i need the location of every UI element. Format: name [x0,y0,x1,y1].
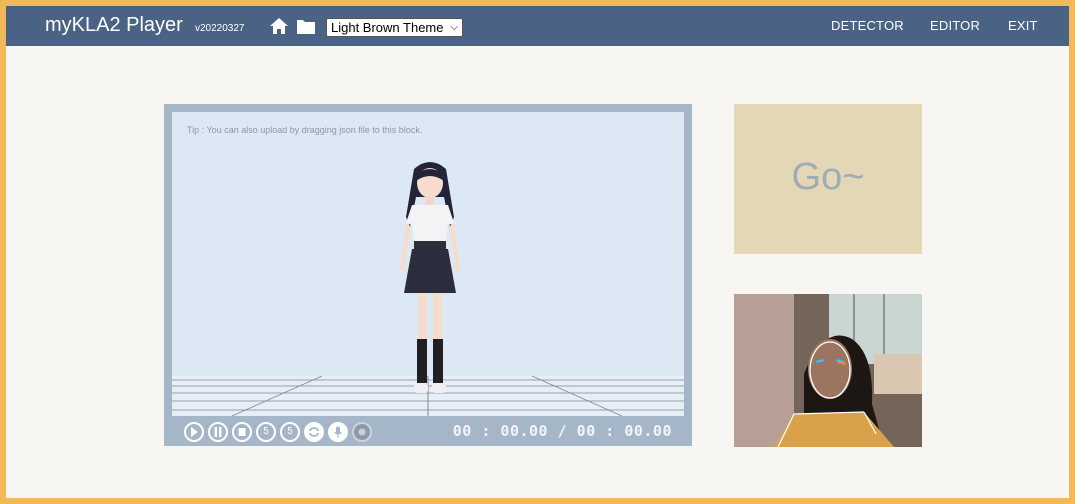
go-panel[interactable]: Go~ [734,104,922,254]
player-frame: Tip : You can also upload by dragging js… [164,104,692,446]
loop-icon [309,427,319,437]
microphone-button[interactable] [328,422,348,442]
nav-exit[interactable]: EXIT [1008,18,1038,33]
rewind-5-button[interactable]: 5 [256,422,276,442]
forward-5-button[interactable]: 5 [280,422,300,442]
record-button[interactable] [352,422,372,442]
folder-icon[interactable] [296,17,316,35]
stop-icon [238,428,246,436]
play-button[interactable] [184,422,204,442]
app-window: myKLA2 Player v20220327 Light Brown Them… [6,6,1069,498]
timecode-display: 00 : 00.00 / 00 : 00.00 [452,422,672,440]
stop-button[interactable] [232,422,252,442]
record-icon [358,428,366,436]
rewind-5-icon: 5 [263,426,269,437]
theme-select[interactable]: Light Brown Theme ⌵ [326,18,463,37]
avatar-stage-dropzone[interactable]: Tip : You can also upload by dragging js… [172,112,684,416]
nav-detector[interactable]: DETECTOR [831,18,904,33]
loop-button[interactable] [304,422,324,442]
webcam-preview [734,294,922,447]
header-bar: myKLA2 Player v20220327 Light Brown Them… [6,6,1069,46]
theme-select-value: Light Brown Theme [331,20,444,35]
nav-editor[interactable]: EDITOR [930,18,980,33]
play-icon [191,427,198,437]
app-title: myKLA2 Player [45,14,183,36]
go-label: Go~ [791,156,865,198]
microphone-icon [334,426,342,438]
pause-icon [214,427,222,437]
home-icon[interactable] [269,16,289,36]
pause-button[interactable] [208,422,228,442]
avatar-character [400,162,460,393]
playback-controls: 5 5 00 : 00.00 / 00 : 00.00 [164,416,692,446]
forward-5-icon: 5 [287,426,293,437]
chevron-down-icon: ⌵ [450,22,458,33]
version-label: v20220327 [195,23,245,34]
upload-tip: Tip : You can also upload by dragging js… [187,125,423,135]
